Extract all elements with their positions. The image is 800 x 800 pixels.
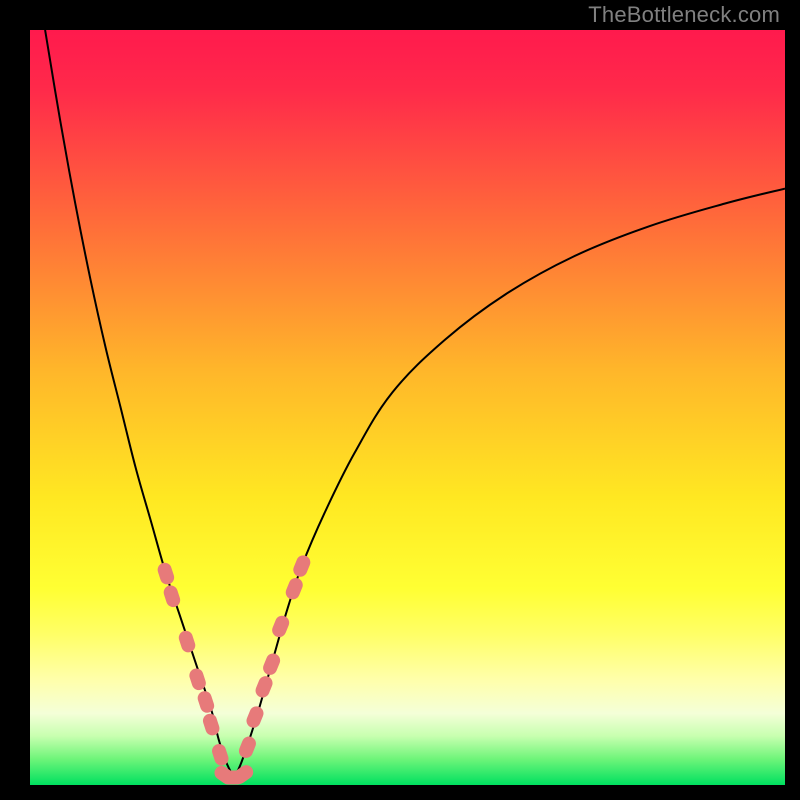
plot-overlay <box>30 30 785 785</box>
curve-marker <box>261 651 282 677</box>
curve-marker <box>291 553 312 579</box>
curve-marker <box>270 614 291 640</box>
curve-marker <box>162 584 182 609</box>
bottleneck-curve <box>234 189 785 778</box>
canvas-frame: TheBottleneck.com <box>0 0 800 800</box>
curve-marker <box>196 689 216 714</box>
curve-marker <box>237 734 258 760</box>
curve-marker <box>253 674 274 700</box>
plot-area <box>30 30 785 785</box>
curve-marker <box>177 629 197 654</box>
watermark-text: TheBottleneck.com <box>588 2 780 28</box>
curve-marker <box>284 576 305 602</box>
curve-marker <box>244 704 265 730</box>
curve-marker <box>201 712 221 737</box>
bottleneck-curve <box>45 30 234 777</box>
curve-marker <box>156 561 176 586</box>
